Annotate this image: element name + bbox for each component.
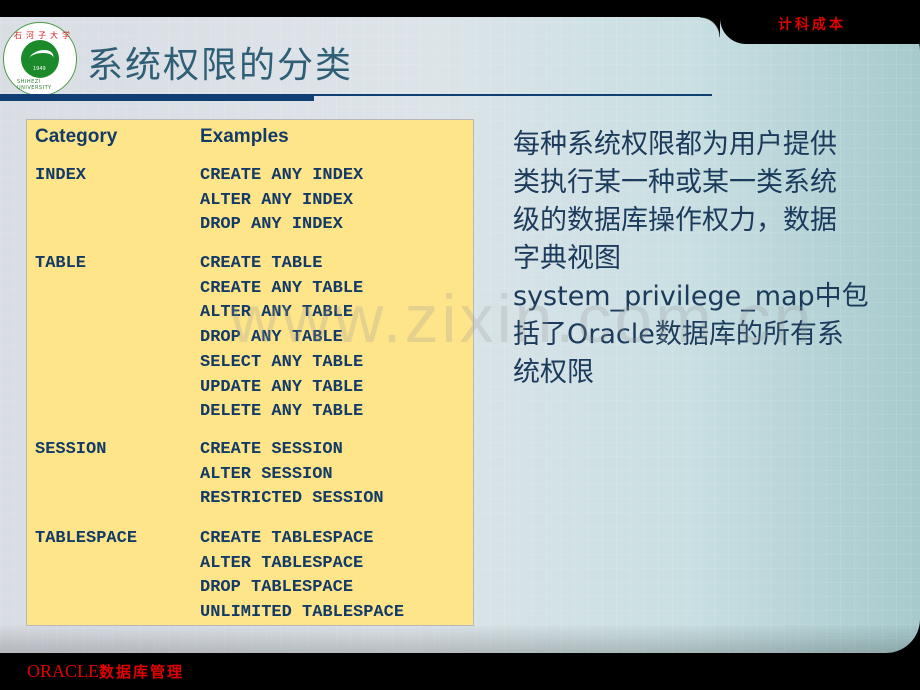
- example-item: ALTER TABLESPACE: [200, 553, 364, 573]
- footer-label-latin: ORACLE: [27, 661, 99, 681]
- description-line: 字典视图: [513, 243, 621, 274]
- examples-cell: CREATE ANY INDEX ALTER ANY INDEX DROP AN…: [200, 164, 363, 238]
- description-text: 每种系统权限都为用户提供 类执行某一种或某一类系统 级的数据库操作权力，数据 字…: [513, 126, 885, 392]
- example-item: DROP TABLESPACE: [200, 578, 354, 598]
- example-item: SELECT ANY TABLE: [200, 352, 364, 372]
- example-item: UNLIMITED TABLESPACE: [200, 603, 405, 623]
- example-item: ALTER ANY TABLE: [200, 303, 354, 323]
- example-item: UPDATE ANY TABLE: [200, 377, 364, 397]
- example-item: CREATE TABLE: [200, 254, 323, 273]
- example-item: CREATE ANY TABLE: [200, 278, 364, 298]
- description-line: 类执行某一种或某一类系统: [513, 167, 837, 198]
- description-line: 统权限: [513, 357, 594, 388]
- footer-label-cn: 数据库管理: [99, 663, 185, 681]
- examples-cell: CREATE SESSION ALTER SESSION RESTRICTED …: [200, 438, 384, 512]
- description-line: 括了Oracle数据库的所有系: [513, 319, 844, 350]
- example-item: DROP ANY INDEX: [200, 215, 343, 235]
- example-item: DROP ANY TABLE: [200, 328, 343, 348]
- example-item: CREATE SESSION: [200, 440, 343, 459]
- logo-top-text: 石河子大学: [14, 31, 74, 40]
- example-item: DELETE ANY TABLE: [200, 402, 364, 422]
- example-item: CREATE ANY INDEX: [200, 166, 364, 185]
- description-line: 级的数据库操作权力，数据: [513, 205, 837, 236]
- logo-emblem: 1949: [21, 40, 59, 78]
- description-line: system_privilege_map中包: [513, 281, 869, 312]
- title-rule-thick: [0, 94, 314, 101]
- header-examples: Examples: [200, 126, 289, 147]
- title-rule-thin: [314, 94, 712, 96]
- category-cell: TABLESPACE: [35, 529, 138, 548]
- example-item: ALTER SESSION: [200, 464, 333, 484]
- university-logo-icon: 石河子大学 1949 SHIHEZI UNIVERSITY: [3, 22, 77, 96]
- example-item: CREATE TABLESPACE: [200, 529, 374, 548]
- logo-year: 1949: [33, 66, 46, 72]
- examples-cell: CREATE TABLESPACE ALTER TABLESPACE DROP …: [200, 527, 404, 626]
- header-notch-corner: [700, 17, 720, 37]
- footer-label: ORACLE数据库管理: [27, 661, 184, 682]
- examples-cell: CREATE TABLE CREATE ANY TABLE ALTER ANY …: [200, 252, 363, 425]
- slide-title: 系统权限的分类: [87, 45, 354, 86]
- logo-bottom-text: SHIHEZI UNIVERSITY: [17, 79, 52, 91]
- category-cell: SESSION: [35, 440, 107, 459]
- mountain-icon: [25, 50, 57, 67]
- description-line: 每种系统权限都为用户提供: [513, 129, 837, 160]
- privilege-table: Category Examples INDEX CREATE ANY INDEX…: [26, 119, 474, 626]
- example-item: RESTRICTED SESSION: [200, 489, 384, 509]
- category-cell: INDEX: [35, 166, 87, 185]
- header-label: 计科成本: [778, 17, 846, 33]
- example-item: ALTER ANY INDEX: [200, 190, 354, 210]
- category-cell: TABLE: [35, 254, 87, 273]
- header-category: Category: [35, 126, 118, 147]
